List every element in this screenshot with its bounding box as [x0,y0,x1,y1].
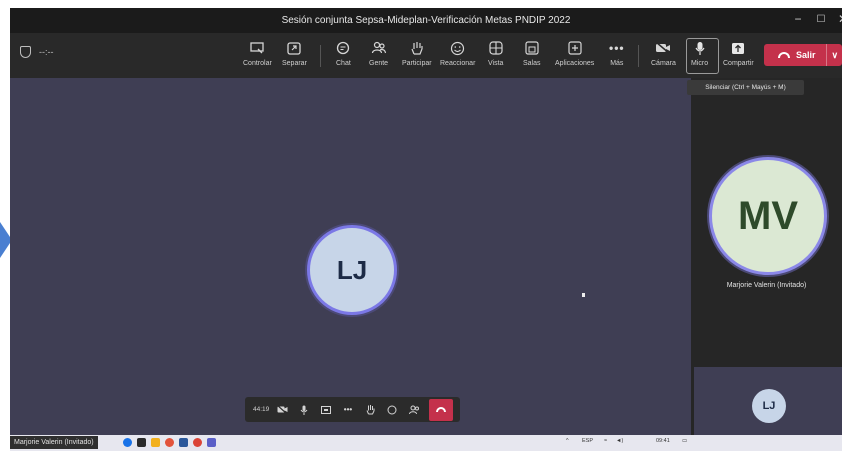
raise-hand-icon[interactable] [359,397,381,422]
hang-up-icon [436,407,446,412]
mic-icon [694,39,706,57]
people-button[interactable]: Gente [369,39,388,73]
main-video-stage: LJ 44:19 ••• [10,78,691,451]
avatar-self-lj: LJ [752,389,786,423]
avatar-main-lj: LJ [307,225,397,315]
chat-button[interactable]: Chat [336,39,351,73]
taskbar [10,435,842,451]
aplicaciones-button[interactable]: Aplicaciones [555,39,594,73]
view-icon [489,39,503,57]
close-button[interactable]: ✕ [832,12,842,26]
more-icon: ••• [609,41,625,55]
volume-icon[interactable]: ◄) [616,438,623,444]
chevron-down-icon[interactable]: ∨ [832,50,839,61]
store-icon[interactable] [137,438,146,447]
participant-name: Marjorie Valerin (Invitado) [726,282,807,289]
timer-label: --:-- [39,47,54,57]
camera-off-icon [655,39,671,57]
separar-button[interactable]: Separar [282,39,307,73]
tray-lang[interactable]: ESP [582,438,593,444]
floating-call-controls: 44:19 ••• [245,397,460,422]
participar-button[interactable]: Participar [402,39,432,73]
people-icon[interactable] [403,397,425,422]
edge-icon[interactable] [123,438,132,447]
mute-tooltip: Silenciar (Ctrl + Mayús + M) [687,80,804,95]
toolbar-divider [320,45,321,67]
hang-up-icon [778,52,790,58]
teams-meeting-window: Sesión conjunta Sepsa-Mideplan-Verificac… [10,8,842,451]
react-icon [450,39,465,57]
word-icon[interactable] [179,438,188,447]
floating-timer: 44:19 [253,406,270,413]
wifi-icon[interactable]: ≈ [604,438,607,444]
toolbar-divider [638,45,639,67]
firefox-icon[interactable] [165,438,174,447]
rooms-icon [525,39,539,57]
salas-button[interactable]: Salas [523,39,541,73]
more-icon[interactable]: ••• [337,397,359,422]
tray-clock[interactable]: 09:41 [656,438,670,444]
chat-icon[interactable] [381,397,403,422]
camera-off-icon[interactable] [271,397,293,422]
participants-panel: MV Marjorie Valerin (Invitado) LJ [691,78,842,451]
meeting-timer: --:-- [20,46,54,58]
notification-icon[interactable]: ▭ [682,438,687,444]
window-title: Sesión conjunta Sepsa-Mideplan-Verificac… [281,15,571,26]
micro-button[interactable]: Micro [691,39,708,73]
reaccionar-button[interactable]: Reaccionar [440,39,475,73]
speaker-name-tag: Marjorie Valerin (Invitado) [10,436,98,449]
raise-hand-icon [410,39,424,57]
leave-label: Salir [796,50,816,60]
pop-out-icon [287,39,302,57]
apps-icon [568,39,582,57]
share-icon [731,39,745,57]
compartir-button[interactable]: Compartir [723,39,754,73]
controlar-button[interactable]: Controlar [243,39,272,73]
mouse-cursor-icon [582,293,585,297]
mic-icon[interactable] [293,397,315,422]
hang-up-button[interactable] [429,398,453,421]
people-icon [371,39,387,57]
teams-icon[interactable] [207,438,216,447]
maximize-button[interactable]: ☐ [810,14,832,25]
title-bar: Sesión conjunta Sepsa-Mideplan-Verificac… [10,8,842,33]
more-button[interactable]: ••• Más [609,39,625,73]
leave-divider [825,44,827,66]
share-control-icon [250,39,265,57]
chat-icon [336,39,350,57]
tray-chevron-icon[interactable]: ^ [566,438,569,444]
chrome-icon[interactable] [193,438,202,447]
avatar-mv: MV [709,157,827,275]
shield-icon [20,46,31,58]
camera-button[interactable]: Cámara [651,39,676,73]
vista-button[interactable]: Vista [488,39,503,73]
minimize-button[interactable]: − [787,12,809,26]
meeting-toolbar: --:-- Controlar Separar Chat Gente Parti… [10,33,842,78]
leave-button[interactable]: Salir ∨ [764,44,842,66]
folder-icon[interactable] [151,438,160,447]
share-screen-icon[interactable] [315,397,337,422]
